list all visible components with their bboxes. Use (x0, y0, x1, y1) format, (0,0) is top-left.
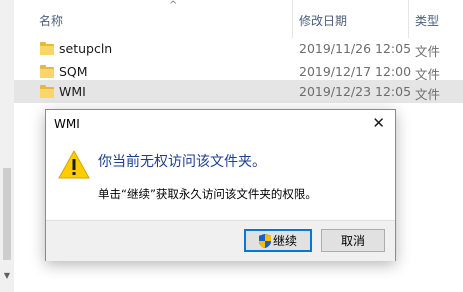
access-denied-dialog: WMI ✕ 你当前无权访问该文件夹。 单击“继续”获取永久访问该文件夹的权限。 … (45, 109, 396, 261)
cancel-button-label: 取消 (340, 234, 365, 248)
dialog-button-bar: 继续 取消 (46, 220, 395, 261)
folder-icon (40, 65, 54, 78)
dialog-detail: 单击“继续”获取永久访问该文件夹的权限。 (98, 187, 317, 201)
dialog-message: 你当前无权访问该文件夹。 (98, 154, 266, 170)
column-divider[interactable] (292, 0, 293, 38)
uac-shield-icon (258, 233, 271, 248)
dialog-body: 你当前无权访问该文件夹。 单击“继续”获取永久访问该文件夹的权限。 (46, 138, 395, 220)
continue-button-label: 继续 (272, 234, 297, 248)
dialog-title: WMI (54, 117, 80, 131)
cancel-button[interactable]: 取消 (321, 229, 385, 252)
continue-button[interactable]: 继续 (244, 229, 312, 252)
column-header-name[interactable]: 名称 (39, 12, 63, 29)
file-name: setupcln (59, 41, 113, 56)
file-row-setupcln[interactable]: setupcln 2019/11/26 12:05 文件 (14, 37, 463, 60)
file-row-wmi[interactable]: WMI 2019/12/23 12:05 文件 (14, 80, 463, 103)
scroll-down-arrow-icon[interactable]: ▼ (2, 270, 12, 282)
dialog-title-bar[interactable]: WMI ✕ (46, 110, 395, 138)
scrollbar-thumb[interactable] (3, 168, 11, 260)
file-type: 文件 (415, 87, 441, 102)
file-date: 2019/11/26 12:05 (299, 41, 412, 56)
column-header-type[interactable]: 类型 (415, 12, 439, 29)
file-date: 2019/12/17 12:00 (299, 64, 412, 79)
file-name: SQM (59, 64, 88, 79)
folder-icon (40, 42, 54, 55)
column-header-bar: 名称 ^ 修改日期 类型 (14, 0, 463, 38)
sort-up-icon: ^ (169, 0, 178, 11)
column-divider[interactable] (408, 0, 409, 38)
close-icon[interactable]: ✕ (372, 113, 385, 133)
file-type: 文件 (415, 44, 441, 59)
file-name: WMI (59, 84, 86, 99)
file-date: 2019/12/23 12:05 (299, 84, 412, 99)
navigation-pane-scrollbar[interactable]: ▼ (0, 0, 14, 292)
warning-icon (58, 149, 90, 179)
folder-icon (40, 85, 54, 98)
column-header-date-modified[interactable]: 修改日期 (299, 12, 347, 29)
